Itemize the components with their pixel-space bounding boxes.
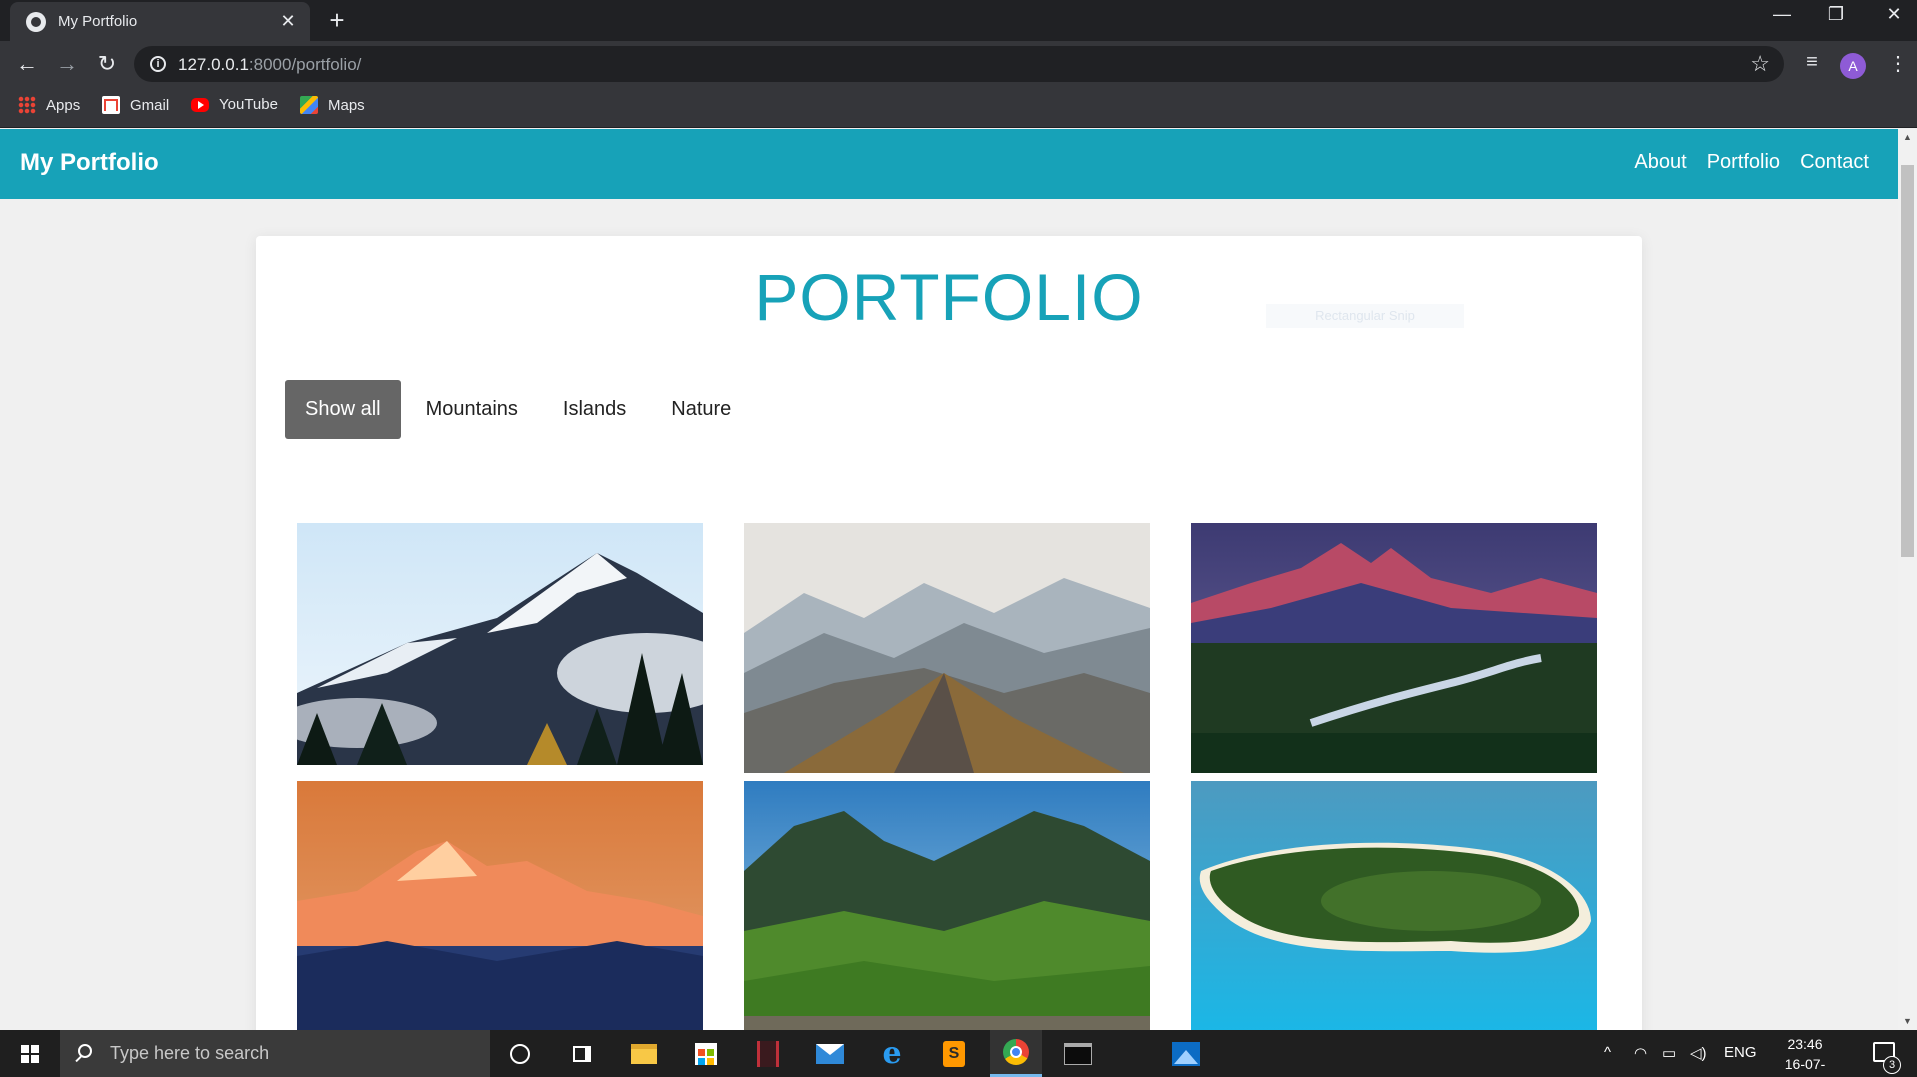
sublime-text-icon: S bbox=[943, 1040, 965, 1067]
browser-tab[interactable]: My Portfolio ✕ bbox=[10, 2, 310, 41]
bookmark-label: YouTube bbox=[219, 96, 278, 113]
address-bar[interactable]: i 127.0.0.1:8000/portfolio/ ☆ bbox=[134, 46, 1784, 82]
gallery-image-green-valley[interactable] bbox=[744, 781, 1150, 1030]
internet-explorer-icon: e bbox=[882, 1036, 902, 1071]
chrome-icon bbox=[1003, 1039, 1029, 1065]
filter-show-all-button[interactable]: Show all bbox=[285, 380, 401, 439]
forward-arrow-icon[interactable]: → bbox=[52, 49, 82, 79]
restore-button[interactable]: ❐ bbox=[1816, 4, 1856, 25]
nav-link-portfolio[interactable]: Portfolio bbox=[1707, 151, 1780, 174]
scrollbar-thumb[interactable] bbox=[1901, 165, 1914, 557]
info-icon[interactable]: i bbox=[150, 56, 166, 72]
url-path: :8000/portfolio/ bbox=[248, 55, 362, 74]
mail-icon bbox=[816, 1043, 844, 1064]
taskbar-sublime-text[interactable]: S bbox=[928, 1030, 980, 1077]
apps-grid-icon bbox=[18, 96, 36, 114]
clock-date: 16-07-2020 bbox=[1784, 1056, 1826, 1077]
clock-time: 23:46 bbox=[1787, 1036, 1823, 1052]
photos-icon bbox=[1172, 1041, 1200, 1066]
language-indicator[interactable]: ENG bbox=[1724, 1044, 1757, 1061]
taskbar-clock[interactable]: 23:46 16-07-2020 bbox=[1770, 1034, 1840, 1077]
taskbar-search-placeholder: Type here to search bbox=[110, 1043, 270, 1063]
minimize-button[interactable]: — bbox=[1762, 4, 1802, 25]
scroll-down-arrow-icon[interactable]: ▼ bbox=[1898, 1013, 1917, 1030]
menu-kebab-icon[interactable]: ⋮ bbox=[1883, 51, 1913, 76]
taskbar-mail[interactable] bbox=[804, 1030, 856, 1077]
gallery-image-mountain-ranges[interactable] bbox=[744, 523, 1150, 773]
filter-islands-button[interactable]: Islands bbox=[543, 380, 646, 439]
window-close-button[interactable]: ✕ bbox=[1874, 4, 1914, 25]
taskbar-photos[interactable] bbox=[1160, 1030, 1212, 1077]
filter-buttons: Show all Mountains Islands Nature bbox=[285, 380, 756, 439]
taskbar-store[interactable] bbox=[680, 1030, 732, 1077]
maps-icon bbox=[300, 96, 318, 114]
tab-title: My Portfolio bbox=[58, 13, 138, 30]
store-icon bbox=[695, 1042, 717, 1065]
browser-tab-strip: My Portfolio ✕ + — ❐ ✕ bbox=[0, 0, 1917, 41]
notification-count-badge: 3 bbox=[1883, 1056, 1901, 1074]
taskbar-terminal[interactable] bbox=[1052, 1030, 1104, 1077]
terminal-icon bbox=[1064, 1042, 1092, 1065]
bookmark-youtube[interactable]: YouTube bbox=[191, 96, 278, 113]
taskbar-file-explorer[interactable] bbox=[618, 1030, 670, 1077]
portfolio-card: PORTFOLIO Rectangular Snip Show all Moun… bbox=[256, 236, 1642, 1030]
battery-icon[interactable]: ▭ bbox=[1662, 1044, 1676, 1062]
cortana-button[interactable] bbox=[494, 1030, 546, 1077]
predator-sense-icon bbox=[757, 1040, 779, 1067]
scroll-up-arrow-icon[interactable]: ▲ bbox=[1898, 129, 1917, 146]
gmail-icon bbox=[102, 96, 120, 114]
new-tab-button[interactable]: + bbox=[322, 6, 352, 34]
globe-icon bbox=[26, 11, 46, 32]
url-text[interactable]: 127.0.0.1:8000/portfolio/ bbox=[178, 55, 361, 75]
filter-nature-button[interactable]: Nature bbox=[651, 380, 751, 439]
tab-close-icon[interactable]: ✕ bbox=[278, 11, 298, 32]
media-queue-icon[interactable]: ≡ bbox=[1797, 51, 1827, 74]
bookmarks-bar: Apps Gmail YouTube Maps bbox=[0, 88, 1917, 128]
site-nav-links: About Portfolio Contact bbox=[1614, 151, 1869, 174]
volume-icon[interactable]: ◁) bbox=[1690, 1044, 1707, 1062]
bookmark-label: Maps bbox=[328, 96, 365, 114]
nav-link-contact[interactable]: Contact bbox=[1800, 151, 1869, 174]
site-navbar: My Portfolio About Portfolio Contact bbox=[0, 129, 1898, 199]
gallery-image-alpenglow[interactable] bbox=[297, 781, 703, 1030]
windows-logo-icon bbox=[21, 1045, 39, 1063]
windows-taskbar: Type here to search e S ^ ◠ ▭ ◁) ENG 23:… bbox=[0, 1030, 1917, 1077]
start-button[interactable] bbox=[0, 1030, 60, 1077]
page-scrollbar[interactable]: ▲ ▼ bbox=[1898, 129, 1917, 1030]
bookmark-apps[interactable]: Apps bbox=[18, 96, 80, 114]
gallery-image-sunset-peaks[interactable] bbox=[1191, 523, 1597, 773]
browser-toolbar: ← → ↻ i 127.0.0.1:8000/portfolio/ ☆ ≡ A … bbox=[0, 41, 1917, 88]
gallery-image-snowy-peak[interactable] bbox=[297, 523, 703, 765]
url-host: 127.0.0.1 bbox=[178, 55, 249, 74]
wifi-icon[interactable]: ◠ bbox=[1634, 1044, 1647, 1062]
taskbar-chrome[interactable] bbox=[990, 1030, 1042, 1077]
show-hidden-icons-chevron-icon[interactable]: ^ bbox=[1604, 1044, 1611, 1061]
page-viewport: My Portfolio About Portfolio Contact POR… bbox=[0, 129, 1898, 1030]
taskbar-predator-app[interactable] bbox=[742, 1030, 794, 1077]
youtube-icon bbox=[191, 97, 209, 112]
task-view-icon bbox=[573, 1045, 591, 1062]
taskbar-search-box[interactable]: Type here to search bbox=[60, 1030, 490, 1077]
bookmark-star-icon[interactable]: ☆ bbox=[1750, 51, 1770, 77]
bookmark-gmail[interactable]: Gmail bbox=[102, 96, 169, 114]
task-view-button[interactable] bbox=[556, 1030, 608, 1077]
gallery-image-tropical-island[interactable] bbox=[1191, 781, 1597, 1030]
folder-icon bbox=[631, 1043, 657, 1064]
nav-link-about[interactable]: About bbox=[1634, 151, 1686, 174]
bookmark-label: Apps bbox=[46, 96, 81, 114]
back-arrow-icon[interactable]: ← bbox=[12, 49, 42, 79]
profile-avatar[interactable]: A bbox=[1840, 53, 1866, 79]
bookmark-maps[interactable]: Maps bbox=[300, 96, 365, 114]
site-brand[interactable]: My Portfolio bbox=[20, 149, 159, 177]
filter-mountains-button[interactable]: Mountains bbox=[406, 380, 538, 439]
cortana-icon bbox=[510, 1043, 530, 1064]
reload-icon[interactable]: ↻ bbox=[92, 49, 122, 79]
snip-tooltip-ghost: Rectangular Snip bbox=[1266, 304, 1464, 328]
bookmark-label: Gmail bbox=[130, 96, 170, 114]
search-icon bbox=[78, 1044, 92, 1058]
taskbar-internet-explorer[interactable]: e bbox=[866, 1030, 918, 1077]
